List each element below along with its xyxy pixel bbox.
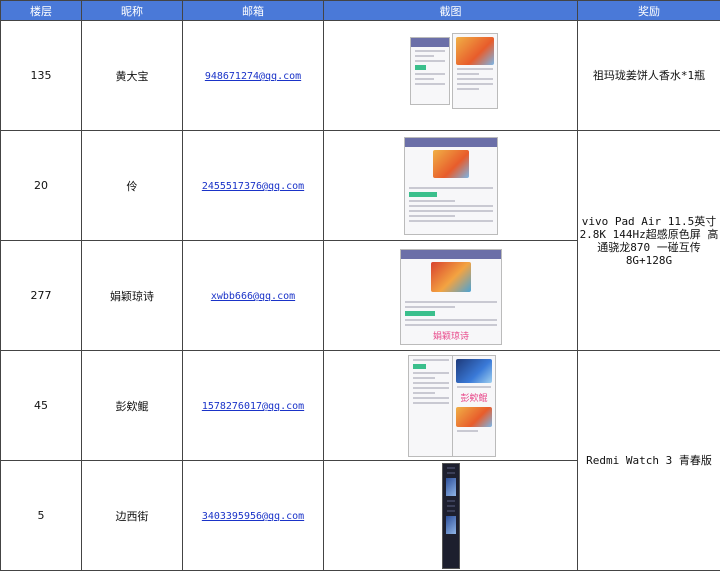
nickname-cell: 娟颖琼诗 <box>82 241 183 351</box>
email-cell: 1578276017@qq.com <box>183 351 324 461</box>
nickname-cell: 边西街 <box>82 461 183 571</box>
screenshot-thumbnail[interactable] <box>408 355 454 457</box>
floor-cell: 20 <box>1 131 82 241</box>
screenshot-thumbnail[interactable]: 彭欸鲲 <box>452 355 496 457</box>
table-row: 45 彭欸鲲 1578276017@qq.com 彭欸鲲 Redmi Watch… <box>1 351 720 461</box>
email-link[interactable]: 948671274@qq.com <box>205 71 301 82</box>
header-screenshot: 截图 <box>324 1 578 21</box>
nickname-cell: 伶 <box>82 131 183 241</box>
reward-cell: vivo Pad Air 11.5英寸 2.8K 144Hz超感原色屏 高通骁龙… <box>578 131 720 351</box>
screenshot-cell <box>324 461 578 571</box>
header-row: 楼层 昵称 邮箱 截图 奖励 <box>1 1 720 21</box>
nickname-cell: 彭欸鲲 <box>82 351 183 461</box>
email-cell: 3403395956@qq.com <box>183 461 324 571</box>
winners-table: 楼层 昵称 邮箱 截图 奖励 135 黄大宝 948671274@qq.com <box>0 0 720 571</box>
screenshot-cell <box>324 21 578 131</box>
email-cell: 2455517376@qq.com <box>183 131 324 241</box>
table-row: 135 黄大宝 948671274@qq.com 祖玛珑姜饼人香水*1瓶 <box>1 21 720 131</box>
floor-cell: 5 <box>1 461 82 571</box>
email-cell: xwbb666@qq.com <box>183 241 324 351</box>
header-floor: 楼层 <box>1 1 82 21</box>
header-nickname: 昵称 <box>82 1 183 21</box>
floor-cell: 277 <box>1 241 82 351</box>
screenshot-thumbnail[interactable] <box>442 463 460 569</box>
header-email: 邮箱 <box>183 1 324 21</box>
floor-cell: 45 <box>1 351 82 461</box>
email-cell: 948671274@qq.com <box>183 21 324 131</box>
reward-cell: Redmi Watch 3 青春版 <box>578 351 720 571</box>
screenshot-cell: 彭欸鲲 <box>324 351 578 461</box>
table-row: 20 伶 2455517376@qq.com vivo Pad Air 11.5… <box>1 131 720 241</box>
screenshot-caption: 彭欸鲲 <box>453 391 495 404</box>
screenshot-thumbnail[interactable] <box>452 33 498 109</box>
nickname-cell: 黄大宝 <box>82 21 183 131</box>
screenshot-thumbnail[interactable] <box>404 137 498 235</box>
header-reward: 奖励 <box>578 1 720 21</box>
screenshot-thumbnail[interactable] <box>410 37 450 105</box>
email-link[interactable]: 3403395956@qq.com <box>202 511 304 522</box>
floor-cell: 135 <box>1 21 82 131</box>
screenshot-caption: 娟颖琼诗 <box>401 329 501 342</box>
email-link[interactable]: 1578276017@qq.com <box>202 401 304 412</box>
screenshot-cell <box>324 131 578 241</box>
screenshot-cell: 娟颖琼诗 <box>324 241 578 351</box>
email-link[interactable]: 2455517376@qq.com <box>202 181 304 192</box>
screenshot-thumbnail[interactable]: 娟颖琼诗 <box>400 249 502 345</box>
email-link[interactable]: xwbb666@qq.com <box>211 291 295 302</box>
reward-cell: 祖玛珑姜饼人香水*1瓶 <box>578 21 720 131</box>
